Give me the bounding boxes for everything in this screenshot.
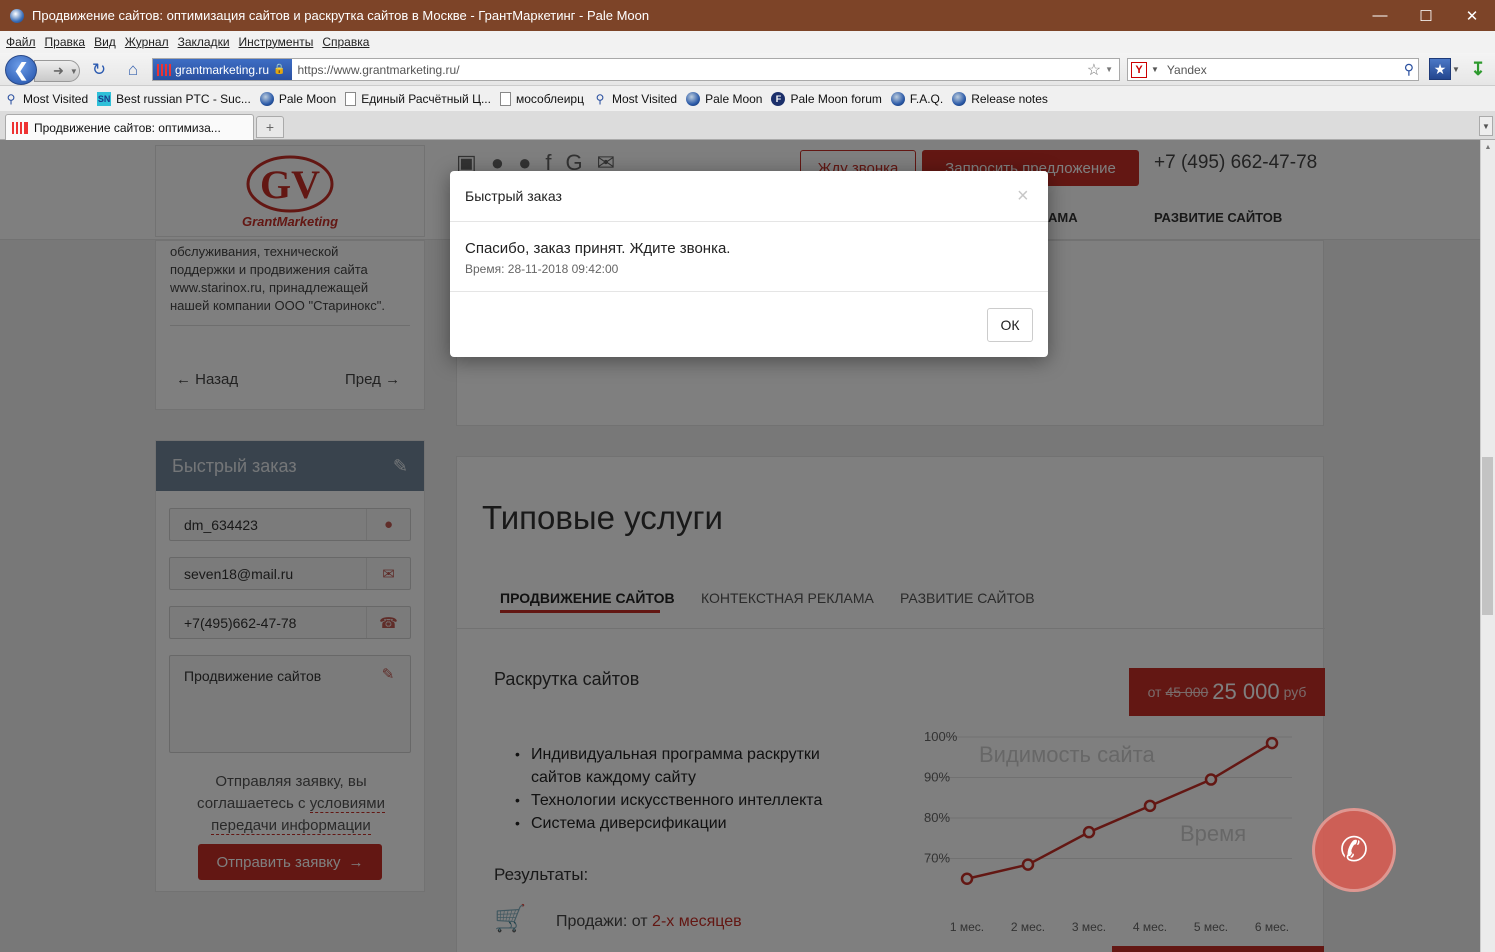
search-placeholder: Yandex — [1166, 62, 1207, 77]
ok-button[interactable]: ОК — [987, 308, 1033, 342]
close-button[interactable]: ✕ — [1449, 0, 1495, 31]
new-tab-button[interactable]: + — [256, 116, 284, 138]
scrollbar-thumb[interactable] — [1482, 457, 1493, 615]
page-icon — [345, 91, 357, 106]
reload-icon[interactable]: ↻ — [88, 59, 110, 81]
lock-icon: 🔒 — [273, 64, 286, 75]
bookmarks-menu-icon[interactable]: ★ — [1429, 58, 1451, 80]
modal-title: Быстрый заказ — [465, 188, 562, 204]
tab-label: Продвижение сайтов: оптимиза... — [34, 120, 221, 135]
menu-view[interactable]: Вид — [94, 35, 116, 49]
search-icon[interactable]: ⚲ — [1404, 61, 1414, 78]
quick-order-modal: Быстрый заказ × Спасибо, заказ принят. Ж… — [450, 171, 1048, 357]
forward-button[interactable]: ➜ ▼ — [34, 60, 80, 82]
tab-favicon-icon — [12, 121, 28, 134]
bookmark-item[interactable]: Release notes — [952, 91, 1048, 106]
bookmark-item[interactable]: ⚲ Most Visited — [593, 91, 678, 106]
url-text: https://www.grantmarketing.ru/ — [297, 62, 460, 77]
menu-tools[interactable]: Инструменты — [239, 35, 314, 49]
search-engine-dropdown-icon[interactable]: ▼ — [1151, 65, 1159, 74]
callback-phone-icon[interactable]: ✆ — [1312, 808, 1396, 892]
yandex-icon[interactable]: Y — [1131, 61, 1147, 78]
tab-list-icon[interactable]: ▼ — [1479, 116, 1493, 136]
menu-bar: Файл Правка Вид Журнал Закладки Инструме… — [0, 31, 1495, 53]
search-bar[interactable]: Y ▼ Yandex ⚲ — [1127, 58, 1419, 81]
star-bookmark-icon[interactable]: ☆ — [1087, 60, 1101, 80]
bookmarks-toolbar: ⚲ Most Visited SN Best russian PTC - Suc..… — [0, 86, 1495, 111]
window-titlebar: Продвижение сайтов: оптимизация сайтов и… — [0, 0, 1495, 31]
sn-icon: SN — [97, 91, 112, 106]
tab-active[interactable]: Продвижение сайтов: оптимиза... — [5, 114, 254, 140]
bookmark-item[interactable]: Pale Moon — [686, 91, 762, 106]
minimize-button[interactable]: — — [1357, 0, 1403, 31]
globe-icon — [952, 91, 967, 106]
back-button[interactable]: ❮ — [5, 55, 37, 85]
page-icon — [499, 91, 511, 106]
site-favicon-icon — [157, 63, 171, 76]
menu-history[interactable]: Журнал — [125, 35, 169, 49]
modal-time: Время: 28-11-2018 09:42:00 — [465, 262, 619, 276]
navigation-toolbar: ➜ ▼ ❮ ↻ ⌂ grantmarketing.ru 🔒 https://www… — [0, 53, 1495, 86]
maximize-button[interactable]: ☐ — [1403, 0, 1449, 31]
bookmark-item[interactable]: ⚲ Most Visited — [4, 91, 89, 106]
window-title: Продвижение сайтов: оптимизация сайтов и… — [32, 8, 650, 23]
magnifier-icon: ⚲ — [6, 91, 16, 106]
menu-help[interactable]: Справка — [322, 35, 369, 49]
identity-box[interactable]: grantmarketing.ru 🔒 — [153, 59, 292, 80]
home-icon[interactable]: ⌂ — [122, 59, 144, 81]
globe-icon — [890, 91, 905, 106]
url-bar[interactable]: grantmarketing.ru 🔒 https://www.grantmar… — [152, 58, 1120, 81]
modal-close-icon[interactable]: × — [1017, 185, 1029, 208]
bookmark-item[interactable]: мособлеирц — [499, 91, 584, 106]
url-dropdown-icon[interactable]: ▼ — [1105, 65, 1113, 74]
globe-icon — [259, 91, 274, 106]
bookmark-item[interactable]: Единый Расчётный Ц... — [345, 91, 491, 106]
modal-body: Спасибо, заказ принят. Ждите звонка. Вре… — [450, 222, 1048, 292]
download-icon[interactable]: ↧ — [1467, 58, 1489, 80]
scroll-up-icon[interactable]: ▲ — [1481, 144, 1495, 151]
bookmark-item[interactable]: F.A.Q. — [890, 91, 943, 106]
bookmarks-dropdown-icon[interactable]: ▼ — [1452, 65, 1460, 74]
forum-icon: F — [771, 91, 786, 106]
identity-label: grantmarketing.ru — [175, 62, 270, 77]
palemoon-icon — [10, 8, 24, 23]
bookmark-item[interactable]: Pale Moon — [259, 91, 336, 106]
modal-message: Спасибо, заказ принят. Ждите звонка. — [465, 240, 731, 257]
modal-header: Быстрый заказ — [450, 171, 1048, 222]
globe-icon — [686, 91, 701, 106]
bookmark-item[interactable]: SN Best russian PTC - Suc... — [97, 91, 251, 106]
magnifier-icon: ⚲ — [595, 91, 605, 106]
bookmark-item[interactable]: F Pale Moon forum — [771, 91, 882, 106]
menu-bookmarks[interactable]: Закладки — [178, 35, 230, 49]
menu-edit[interactable]: Правка — [45, 35, 86, 49]
tab-bar: Продвижение сайтов: оптимиза... + ▼ — [0, 111, 1495, 140]
menu-file[interactable]: Файл — [6, 35, 36, 49]
